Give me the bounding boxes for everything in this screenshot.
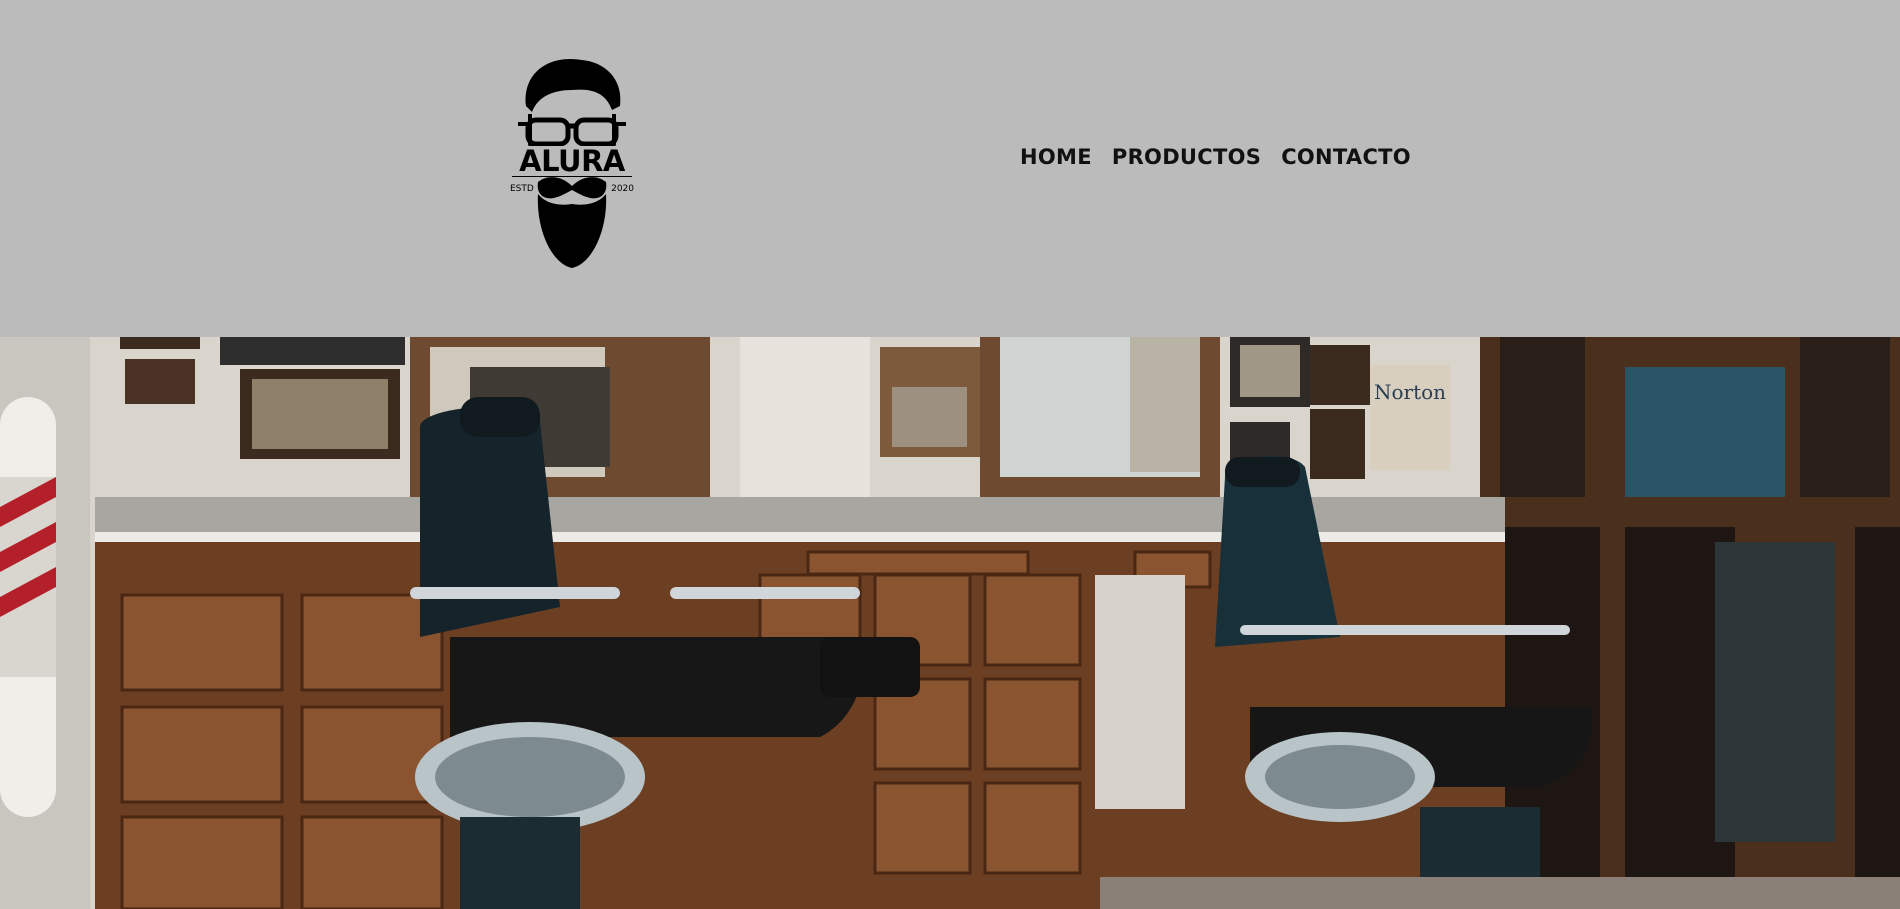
brand-logo[interactable]: ALURA ESTD 2020 xyxy=(508,54,636,274)
main-nav: HOME PRODUCTOS CONTACTO xyxy=(1020,145,1411,169)
nav-contacto[interactable]: CONTACTO xyxy=(1281,145,1411,169)
site-header: ALURA ESTD 2020 HOME PRODUCTOS CONTACTO xyxy=(0,0,1900,337)
nav-productos[interactable]: PRODUCTOS xyxy=(1112,145,1261,169)
logo-estd-label: ESTD xyxy=(510,184,534,194)
hero-image: Norton xyxy=(0,337,1900,909)
norton-sign-text: Norton xyxy=(1374,380,1446,404)
logo-brand-text: ALURA xyxy=(508,146,636,176)
nav-home[interactable]: HOME xyxy=(1020,145,1092,169)
logo-year: 2020 xyxy=(611,184,634,194)
barbershop-photo: Norton xyxy=(0,337,1900,909)
